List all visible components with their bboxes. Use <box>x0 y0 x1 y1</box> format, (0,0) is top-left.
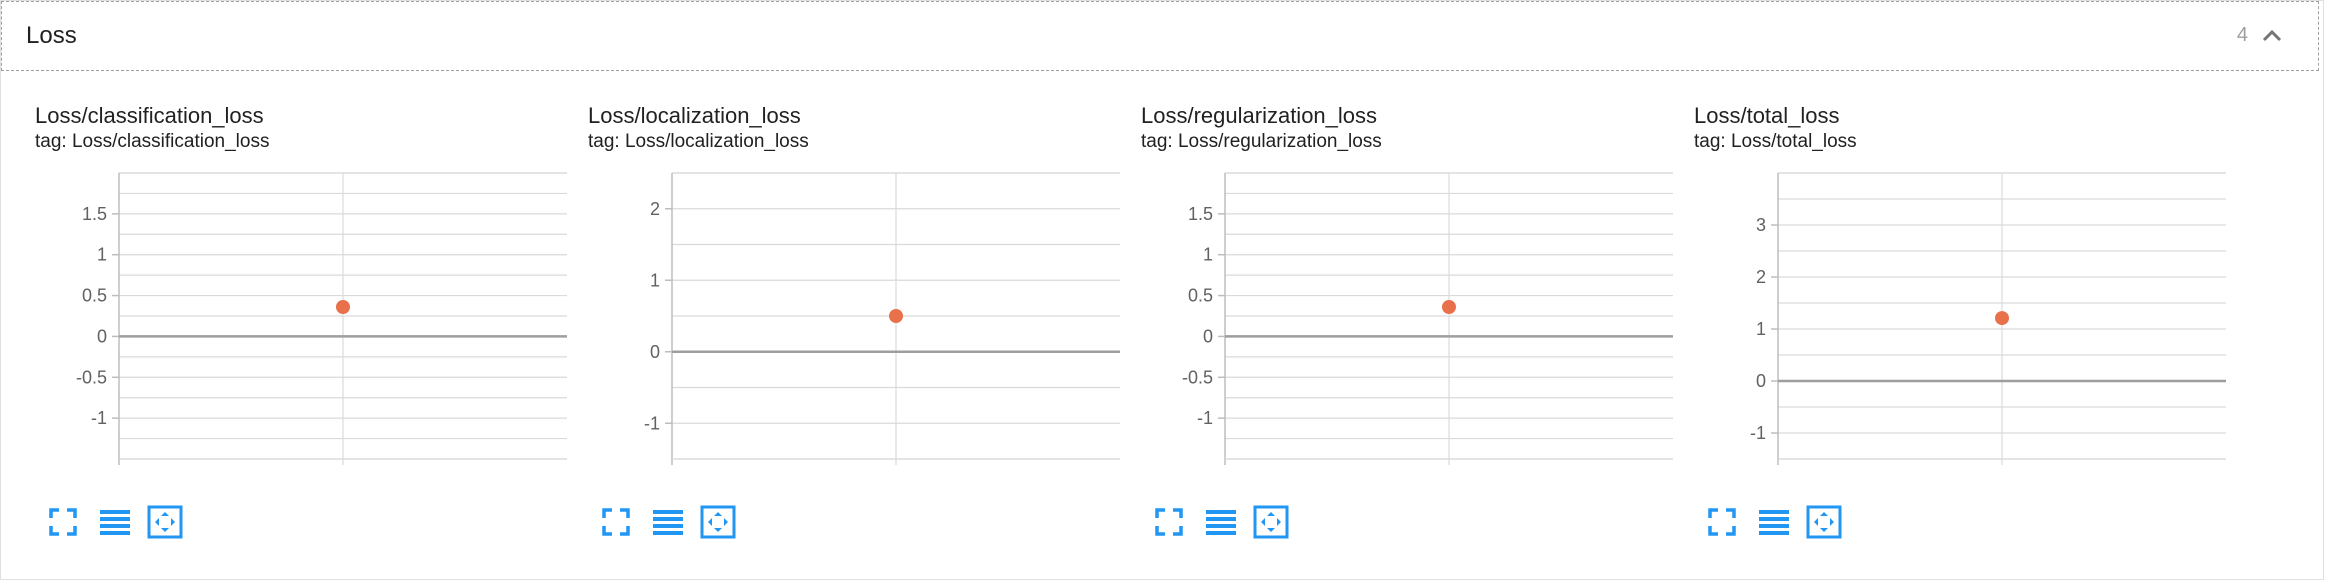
fit-to-data-icon[interactable] <box>147 504 183 540</box>
y-tick-label: 1 <box>1756 319 1766 339</box>
y-tick-label: 0 <box>97 326 107 346</box>
chevron-up-icon[interactable] <box>2260 24 2284 48</box>
fullscreen-icon[interactable] <box>45 504 81 540</box>
y-tick-label: -0.5 <box>76 367 107 387</box>
y-tick-label: -1 <box>644 413 660 433</box>
y-tick-label: 0.5 <box>82 286 107 306</box>
scatter-plot[interactable]: -1 -0.5 0 0.5 1 1.5 <box>35 169 575 469</box>
y-tick-label: 1 <box>650 270 660 290</box>
chart-title: Loss/localization_loss <box>588 103 801 128</box>
chart-title: Loss/total_loss <box>1694 103 1840 128</box>
y-tick-label: 3 <box>1756 215 1766 235</box>
loss-section-header[interactable]: Loss 4 <box>1 1 2319 71</box>
chart-tag: tag: Loss/classification_loss <box>35 131 270 152</box>
chart-card-localization-loss: Loss/localization_loss tag: Loss/localiz… <box>588 101 1128 551</box>
y-tick-label: 0 <box>1756 371 1766 391</box>
y-tick-label: 0.5 <box>1188 286 1213 306</box>
data-point <box>1442 300 1456 315</box>
fullscreen-icon[interactable] <box>1704 504 1740 540</box>
list-lines-icon[interactable] <box>97 504 133 540</box>
y-tick-label: 0 <box>650 342 660 362</box>
chart-card-total-loss: Loss/total_loss tag: Loss/total_loss -1 0… <box>1694 101 2234 551</box>
chart-card-classification-loss: Loss/classification_loss tag: Loss/class… <box>35 101 575 551</box>
chart-title: Loss/regularization_loss <box>1141 103 1378 128</box>
data-point <box>1995 311 2009 326</box>
chart-count-badge: 4 <box>2236 24 2248 46</box>
fullscreen-icon[interactable] <box>1151 504 1187 540</box>
chart-card-regularization-loss: Loss/regularization_loss tag: Loss/regul… <box>1141 101 1681 551</box>
y-tick-label: -1 <box>1750 423 1766 443</box>
y-tick-label: 2 <box>650 199 660 219</box>
list-lines-icon[interactable] <box>1203 504 1239 540</box>
data-point <box>889 309 903 323</box>
scatter-plot[interactable]: -1 -0.5 0 0.5 1 1.5 <box>1141 169 1681 469</box>
y-tick-label: 2 <box>1756 267 1766 287</box>
y-tick-label: -1 <box>1197 408 1213 428</box>
y-tick-label: 1.5 <box>1188 204 1213 224</box>
chart-tag: tag: Loss/localization_loss <box>588 131 809 152</box>
chart-tag: tag: Loss/total_loss <box>1694 131 1857 152</box>
loss-panel: Loss 4 Loss/classification_loss tag: Los… <box>0 0 2324 580</box>
fit-to-data-icon[interactable] <box>1253 504 1289 540</box>
scatter-plot[interactable]: -1 0 1 2 3 <box>1694 169 2234 469</box>
scatter-plot[interactable]: -1 0 1 2 <box>588 169 1128 469</box>
y-tick-label: 1 <box>97 245 107 265</box>
y-tick-label: -0.5 <box>1182 367 1213 387</box>
chart-title: Loss/classification_loss <box>35 103 264 128</box>
fit-to-data-icon[interactable] <box>1806 504 1842 540</box>
y-tick-label: 1.5 <box>82 204 107 224</box>
list-lines-icon[interactable] <box>1756 504 1792 540</box>
fit-to-data-icon[interactable] <box>700 504 736 540</box>
y-tick-label: -1 <box>91 408 107 428</box>
y-tick-label: 1 <box>1203 245 1213 265</box>
y-tick-label: 0 <box>1203 326 1213 346</box>
data-point <box>336 300 350 315</box>
list-lines-icon[interactable] <box>650 504 686 540</box>
section-title: Loss <box>26 22 77 49</box>
chart-tag: tag: Loss/regularization_loss <box>1141 131 1382 152</box>
fullscreen-icon[interactable] <box>598 504 634 540</box>
